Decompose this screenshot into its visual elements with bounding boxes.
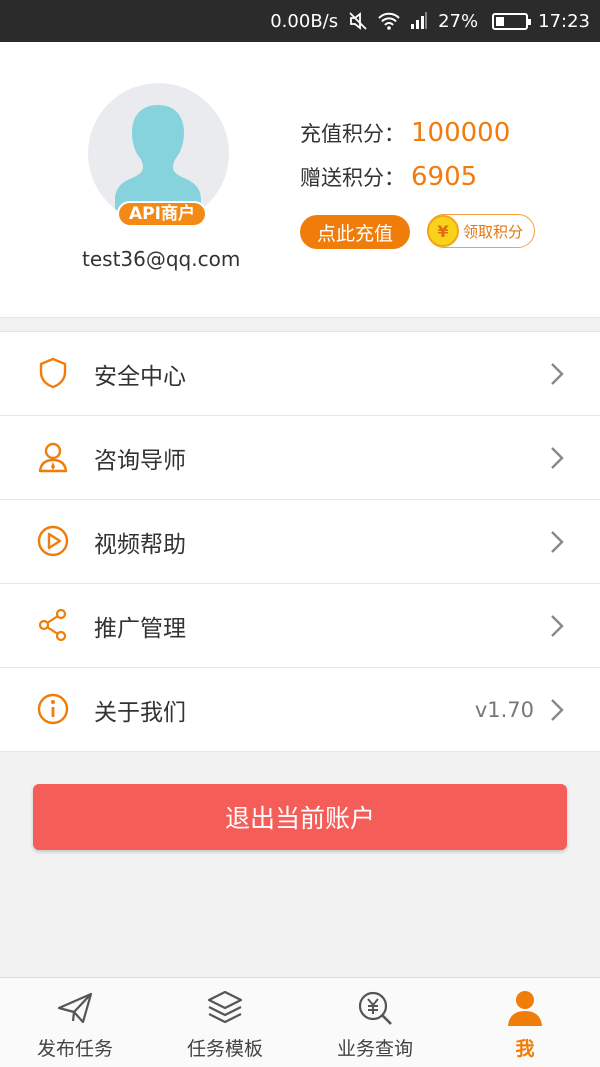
chevron-right-icon (551, 699, 564, 721)
user-icon (508, 991, 542, 1026)
chevron-right-icon (551, 615, 564, 637)
recharge-points: 充值积分： 100000 (300, 118, 510, 148)
menu-item-security[interactable]: 安全中心 (0, 332, 600, 416)
wifi-icon (378, 12, 400, 30)
info-icon (37, 693, 69, 725)
signal-icon (410, 12, 428, 30)
gift-points-value: 6905 (411, 162, 478, 192)
search-yen-icon (358, 991, 392, 1025)
shield-icon (39, 357, 67, 389)
menu-item-label: 咨询导师 (94, 447, 186, 474)
menu-item-label: 安全中心 (94, 363, 186, 390)
share-icon (38, 608, 67, 642)
menu-item-label: 关于我们 (94, 699, 186, 726)
tab-label: 业务查询 (336, 1038, 413, 1060)
tab-me[interactable]: 我 (450, 978, 600, 1067)
profile-card: API商户 test36@qq.com 充值积分： 100000 赠送积分： 6… (0, 42, 600, 318)
play-icon (37, 525, 69, 557)
logout-button[interactable]: 退出当前账户 (33, 784, 567, 850)
status-bar: 0.00B/s 27% 17:23 (0, 0, 600, 42)
battery-percent: 27% (438, 10, 479, 32)
menu-item-label: 视频帮助 (94, 531, 186, 558)
tab-publish-task[interactable]: 发布任务 (0, 978, 150, 1067)
tab-task-template[interactable]: 任务模板 (150, 978, 300, 1067)
chevron-right-icon (551, 531, 564, 553)
menu-item-promotion[interactable]: 推广管理 (0, 584, 600, 668)
chevron-right-icon (551, 447, 564, 469)
person-icon (38, 442, 68, 473)
menu-item-label: 推广管理 (94, 615, 186, 642)
tab-business-query[interactable]: 业务查询 (300, 978, 450, 1067)
net-speed: 0.00B/s (270, 10, 339, 32)
bottom-tab-bar: 发布任务 任务模板 业务查询 我 (0, 977, 600, 1067)
recharge-points-label: 充值积分： (300, 122, 405, 146)
recharge-points-value: 100000 (411, 118, 511, 148)
claim-points-label: 领取积分 (463, 222, 524, 241)
user-email: test36@qq.com (82, 247, 241, 271)
merchant-badge: API商户 (117, 201, 207, 227)
claim-points-button[interactable]: ¥ 领取积分 (427, 214, 535, 248)
app-version: v1.70 (474, 697, 534, 722)
tab-label: 我 (515, 1038, 535, 1060)
paper-plane-icon (57, 992, 93, 1024)
gift-points: 赠送积分： 6905 (300, 162, 477, 192)
menu-item-video-help[interactable]: 视频帮助 (0, 500, 600, 584)
battery-icon (488, 12, 532, 30)
menu-item-about[interactable]: 关于我们 v1.70 (0, 668, 600, 752)
tab-label: 发布任务 (36, 1038, 113, 1060)
clock: 17:23 (538, 10, 590, 32)
coin-icon: ¥ (427, 215, 459, 247)
tab-label: 任务模板 (186, 1038, 263, 1060)
gift-points-label: 赠送积分： (300, 166, 405, 190)
menu-item-mentor[interactable]: 咨询导师 (0, 416, 600, 500)
settings-menu: 安全中心 咨询导师 视频帮助 推广管理 关于我们 v1.70 (0, 331, 600, 752)
chevron-right-icon (551, 363, 564, 385)
layers-icon (207, 990, 243, 1024)
recharge-button[interactable]: 点此充值 (300, 215, 410, 249)
mute-icon (348, 11, 368, 31)
